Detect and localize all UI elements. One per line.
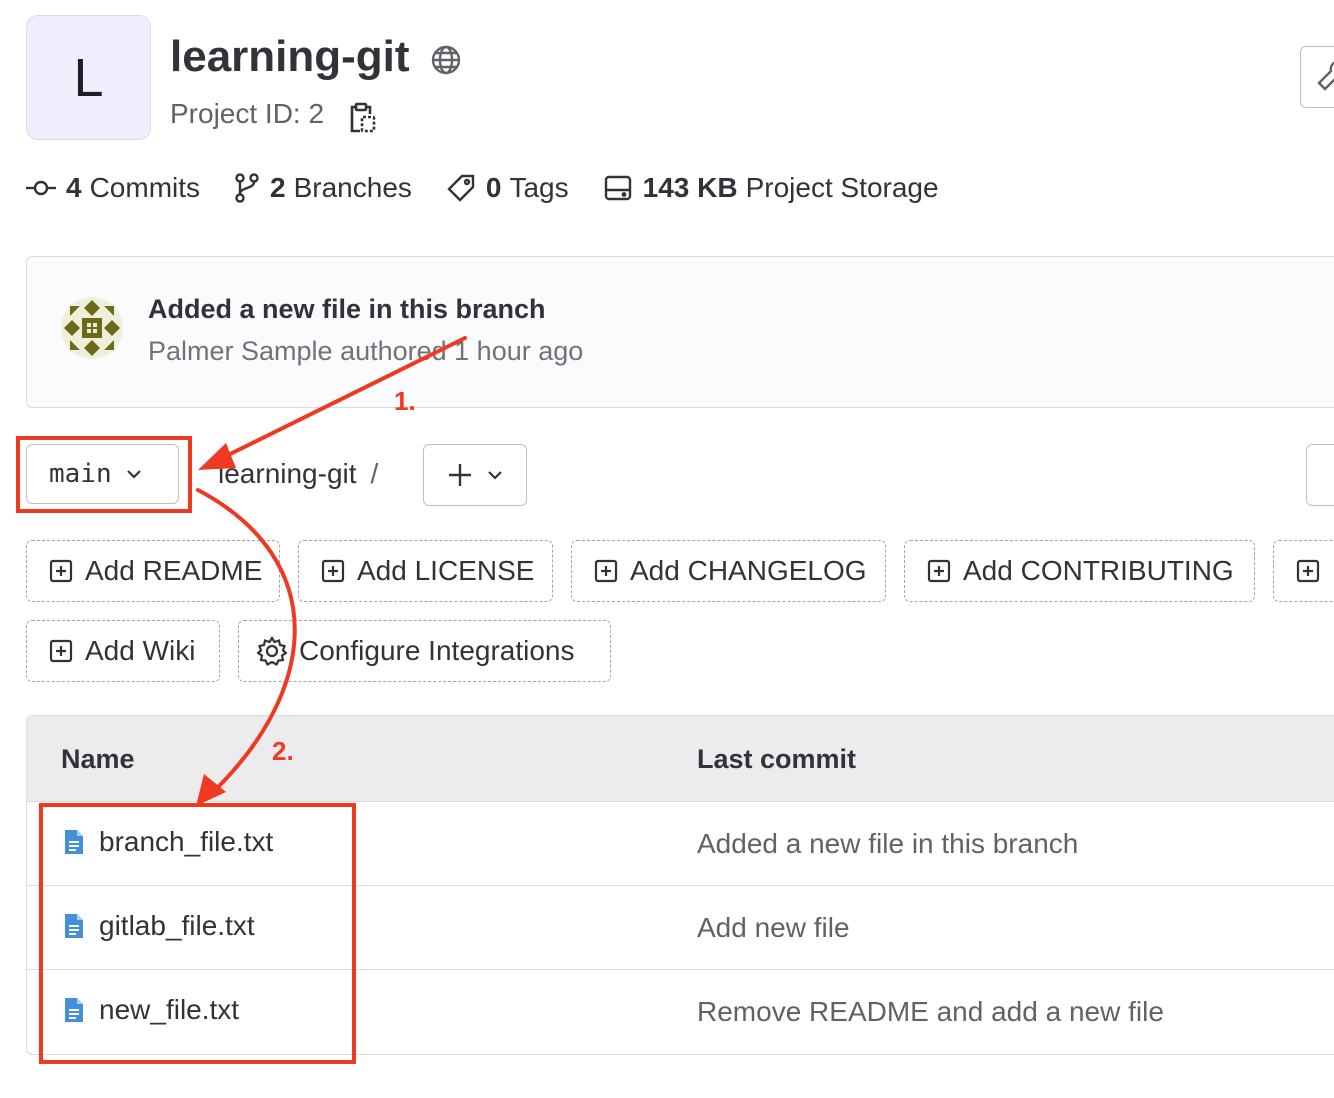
commits-link[interactable]: 4 Commits xyxy=(26,172,200,204)
add-to-tree-button[interactable] xyxy=(423,444,527,506)
chevron-down-icon xyxy=(488,471,502,480)
storage-icon xyxy=(604,175,631,201)
breadcrumb-repo[interactable]: learning-git xyxy=(218,458,357,489)
configure-integrations-button[interactable]: Configure Integrations xyxy=(238,620,611,682)
plus-icon xyxy=(449,464,471,486)
add-more-button[interactable] xyxy=(1273,540,1334,602)
tags-label: Tags xyxy=(509,172,569,203)
branches-label: Branches xyxy=(293,172,412,203)
branch-icon xyxy=(235,173,259,203)
copy-project-id-button[interactable] xyxy=(348,102,376,139)
add-license-label: Add LICENSE xyxy=(357,555,535,586)
last-commit-panel xyxy=(26,256,1334,408)
project-id: Project ID: 2 xyxy=(170,98,325,129)
storage-size: 143 KB xyxy=(642,172,738,203)
commits-label: Commits xyxy=(89,172,201,203)
project-stats: 4 Commits 2 Branches 0 Tags 143 KB Proje… xyxy=(26,172,973,204)
storage-link[interactable]: 143 KB Project Storage xyxy=(603,172,939,204)
tags-link[interactable]: 0 Tags xyxy=(446,172,569,204)
breadcrumb-separator: / xyxy=(370,458,379,489)
wrench-icon xyxy=(1317,61,1334,91)
project-actions-button[interactable] xyxy=(1300,46,1334,108)
plus-square-icon xyxy=(49,559,73,583)
project-avatar: L xyxy=(26,15,151,140)
tags-count: 0 xyxy=(485,172,502,203)
add-changelog-button[interactable]: Add CHANGELOG xyxy=(571,540,886,602)
add-changelog-label: Add CHANGELOG xyxy=(630,555,867,586)
table-header: Name Last commit xyxy=(27,716,1334,802)
plus-square-icon xyxy=(1296,559,1320,583)
add-wiki-button[interactable]: Add Wiki xyxy=(26,620,220,682)
last-commit-meta: Palmer Sample authored 1 hour ago xyxy=(148,336,584,366)
annotation-step-1: 1. xyxy=(394,386,416,416)
add-readme-button[interactable]: Add README xyxy=(26,540,280,602)
plus-square-icon xyxy=(321,559,345,583)
annotation-box-branch xyxy=(16,436,192,513)
column-name: Name xyxy=(61,744,135,774)
project-avatar-letter: L xyxy=(73,47,104,108)
plus-square-icon xyxy=(927,559,951,583)
add-license-button[interactable]: Add LICENSE xyxy=(298,540,553,602)
tag-icon xyxy=(447,174,475,202)
file-last-commit[interactable]: Added a new file in this branch xyxy=(697,828,1078,860)
column-last-commit: Last commit xyxy=(697,744,857,774)
project-title: learning-git xyxy=(170,32,410,81)
settings-icon xyxy=(257,636,287,666)
breadcrumb: learning-git / xyxy=(218,458,378,490)
file-last-commit[interactable]: Remove README and add a new file xyxy=(697,996,1164,1028)
file-last-commit[interactable]: Add new file xyxy=(697,912,850,944)
storage-label: Project Storage xyxy=(745,172,939,203)
author-avatar[interactable] xyxy=(60,296,124,365)
find-file-button[interactable] xyxy=(1306,444,1334,506)
commits-count: 4 xyxy=(66,172,82,203)
commit-icon xyxy=(26,180,56,196)
clipboard-icon xyxy=(350,102,376,133)
branches-link[interactable]: 2 Branches xyxy=(234,172,412,204)
plus-square-icon xyxy=(49,639,73,663)
plus-square-icon xyxy=(594,559,618,583)
last-commit-title[interactable]: Added a new file in this branch xyxy=(148,294,546,325)
add-readme-label: Add README xyxy=(85,555,263,586)
add-wiki-label: Add Wiki xyxy=(85,635,196,666)
add-contributing-label: Add CONTRIBUTING xyxy=(963,555,1234,586)
globe-icon xyxy=(430,44,462,81)
configure-integrations-label: Configure Integrations xyxy=(299,635,575,666)
annotation-box-files xyxy=(39,803,356,1064)
add-contributing-button[interactable]: Add CONTRIBUTING xyxy=(904,540,1255,602)
branches-count: 2 xyxy=(270,172,286,203)
annotation-step-2: 2. xyxy=(272,736,294,766)
